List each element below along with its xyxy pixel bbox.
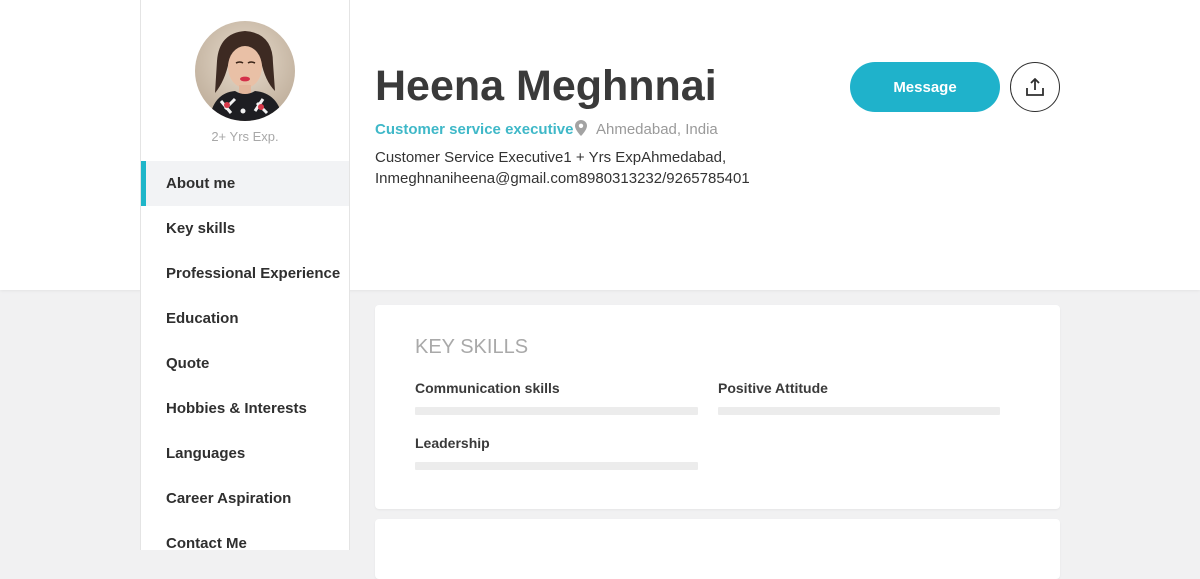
profile-name: Heena Meghnnai <box>375 62 717 110</box>
next-section-card <box>375 519 1060 579</box>
profile-location: Ahmedabad, India <box>596 121 718 138</box>
skill-item: Leadership <box>415 433 698 470</box>
key-skills-title: KEY SKILLS <box>415 336 529 358</box>
sidebar-item-quote[interactable]: Quote <box>141 341 349 386</box>
message-button[interactable]: Message <box>850 62 1000 112</box>
share-upload-icon <box>1025 77 1045 97</box>
skill-name: Communication skills <box>415 380 560 396</box>
skill-name: Leadership <box>415 435 490 451</box>
profile-role: Customer service executive <box>375 121 574 138</box>
profile-bio: Customer Service Executive1 + Yrs ExpAhm… <box>375 147 795 189</box>
share-button[interactable] <box>1010 62 1060 112</box>
sidebar-item-hobbies-interests[interactable]: Hobbies & Interests <box>141 386 349 431</box>
sidebar-item-key-skills[interactable]: Key skills <box>141 206 349 251</box>
key-skills-card: KEY SKILLS Communication skills Positive… <box>375 305 1060 509</box>
sidebar-item-languages[interactable]: Languages <box>141 431 349 476</box>
skill-bar <box>415 407 698 415</box>
skill-item: Positive Attitude <box>718 378 1000 415</box>
bio-line: Customer Service Executive1 + Yrs ExpAhm… <box>375 149 727 166</box>
skill-name: Positive Attitude <box>718 380 828 396</box>
location-pin-icon <box>575 120 587 141</box>
experience-label: 2+ Yrs Exp. <box>211 129 279 144</box>
sidebar-item-career-aspiration[interactable]: Career Aspiration <box>141 476 349 521</box>
skill-item: Communication skills <box>415 378 698 415</box>
avatar <box>195 21 295 121</box>
sidebar-item-contact-me[interactable]: Contact Me <box>141 521 349 566</box>
sidebar-item-about-me[interactable]: About me <box>141 161 349 206</box>
skill-bar <box>415 462 698 470</box>
bio-line: Inmeghnaniheena@gmail.com8980313232/9265… <box>375 170 750 187</box>
sidebar-nav: About me Key skills Professional Experie… <box>141 161 349 566</box>
skill-bar <box>718 407 1000 415</box>
sidebar-item-professional-experience[interactable]: Professional Experience <box>141 251 349 296</box>
avatar-photo <box>195 21 295 121</box>
sidebar-item-education[interactable]: Education <box>141 296 349 341</box>
sidebar: 2+ Yrs Exp. About me Key skills Professi… <box>140 0 350 552</box>
